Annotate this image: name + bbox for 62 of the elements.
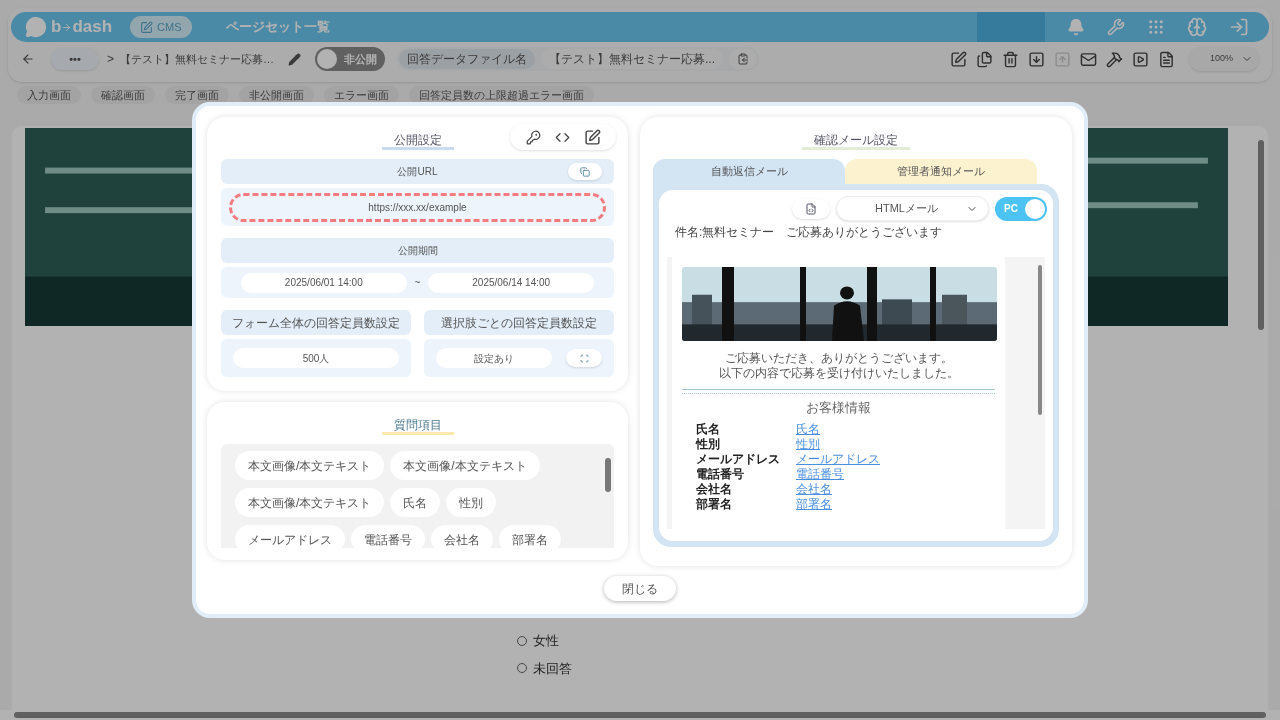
question-chip[interactable]: 氏名 (390, 488, 441, 517)
page-tab[interactable]: 確認画面 (91, 86, 155, 104)
radio-button[interactable] (517, 663, 527, 674)
page-tab[interactable]: 入力画面 (17, 86, 81, 104)
scrollbar-thumb[interactable] (605, 458, 611, 492)
back-icon[interactable] (21, 52, 35, 66)
expand-icon (579, 353, 589, 363)
option-label: 女性 (533, 632, 559, 650)
limit-field[interactable]: 設定あり (436, 348, 552, 368)
limit-field[interactable]: 500人 (233, 348, 399, 368)
breadcrumb[interactable]: 【テスト】無料セミナー応募… (120, 50, 274, 68)
separator: > (107, 51, 114, 68)
question-chip[interactable]: 本文画像/本文テキスト (390, 451, 540, 480)
section-title: お客様情報 (805, 399, 872, 417)
field-link[interactable]: 氏名 (796, 421, 995, 437)
logo-text: b (51, 16, 62, 39)
field-link[interactable]: 部署名 (796, 496, 995, 512)
question-chip[interactable]: 本文画像/本文テキスト (235, 488, 385, 517)
edit-icon (140, 20, 154, 34)
pencil-icon[interactable] (288, 52, 301, 66)
option-label: 未回答 (533, 659, 572, 678)
question-chip[interactable]: 電話番号 (351, 525, 425, 548)
field-label: 部署名 (696, 496, 733, 512)
download-icon[interactable] (1028, 50, 1045, 68)
play-icon[interactable] (1132, 50, 1149, 68)
logo-icon (25, 16, 47, 38)
scrollbar-thumb[interactable] (1258, 140, 1264, 330)
field-label: 電話番号 (696, 466, 745, 482)
question-chip[interactable]: 本文画像/本文テキスト (235, 451, 385, 480)
question-chip[interactable]: 部署名 (499, 525, 561, 548)
copy-icon[interactable] (976, 50, 993, 68)
field-link[interactable]: 会社名 (796, 481, 995, 497)
zoom-select[interactable]: 100% (1189, 47, 1259, 71)
field-label: 性別 (696, 436, 721, 452)
hammer-icon[interactable] (1106, 50, 1123, 68)
field-link[interactable]: 性別 (796, 436, 995, 452)
page-tab[interactable]: 完了画面 (165, 86, 229, 104)
data-file-label: 回答データファイル名 (399, 49, 535, 69)
question-chip[interactable]: 会社名 (431, 525, 493, 548)
scrollbar-thumb[interactable] (14, 712, 1266, 718)
logo-text: dash (72, 16, 113, 39)
question-chip[interactable]: メールアドレス (235, 525, 345, 548)
edit-icon[interactable] (950, 50, 967, 68)
page-title: ページセット一覧 (225, 18, 330, 37)
field-link[interactable]: 電話番号 (796, 466, 995, 482)
more-button[interactable]: ••• (51, 48, 99, 70)
field-label: 氏名 (696, 421, 721, 437)
field-label: 会社名 (696, 481, 733, 497)
field-label: メールアドレス (696, 451, 781, 467)
field-link[interactable]: メールアドレス (796, 451, 995, 467)
mail-icon[interactable] (1080, 50, 1097, 68)
clipboard-button[interactable] (729, 49, 758, 69)
mail-message: ご応募いただき、ありがとうございます。 以下の内容で応募を受け付けいたしました。 (717, 351, 960, 381)
close-button[interactable]: 閉じる (604, 576, 676, 601)
trash-icon[interactable] (1002, 50, 1019, 68)
clipboard-icon (737, 53, 750, 65)
card-title: 質問項目 (381, 417, 454, 435)
question-chip[interactable]: 性別 (446, 488, 497, 517)
document-icon[interactable] (1158, 50, 1175, 68)
arrow-icon (61, 21, 73, 33)
radio-button[interactable] (517, 635, 527, 646)
data-file-name: 【テスト】無料セミナー応募... (541, 49, 724, 69)
